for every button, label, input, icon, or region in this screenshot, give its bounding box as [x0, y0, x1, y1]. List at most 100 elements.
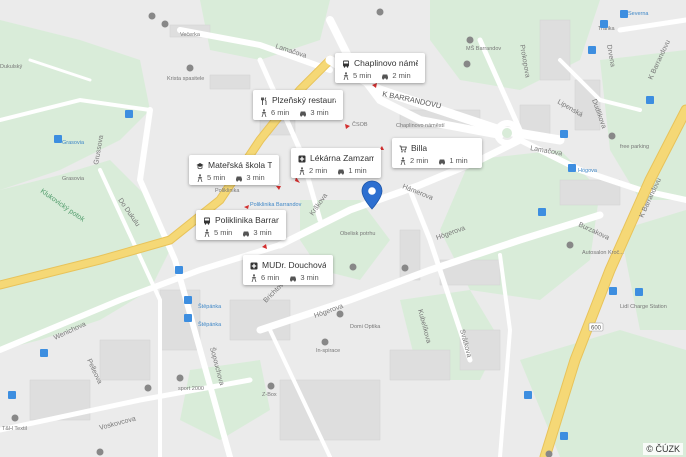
poi-card-plzensky[interactable]: Plzeňský restaura... 6 min 3 min: [253, 90, 343, 120]
bus-stop-icon: [54, 135, 62, 143]
poi-name: Mateřská škola T...: [208, 160, 272, 170]
walk-icon: [197, 174, 203, 182]
poi-name: MUDr. Douchová ...: [262, 260, 326, 270]
bus-stop-icon: [600, 20, 608, 28]
road-number-shield: 600: [588, 322, 604, 332]
place-label: Večerka: [180, 32, 201, 38]
parking-icon: [40, 349, 48, 357]
walk-icon: [261, 109, 267, 117]
walk-time: 5 min: [214, 228, 233, 237]
place-label: Severna: [628, 11, 649, 17]
poi-card-materska[interactable]: Mateřská škola T... 5 min 3 min: [189, 155, 279, 185]
poi-icon: [161, 20, 169, 28]
bus-stop-icon: [184, 296, 192, 304]
place-label: Grasovia: [62, 140, 85, 146]
poi-icon: [401, 264, 409, 272]
place-label: Dukulský: [0, 64, 23, 70]
walk-time: 2 min: [410, 156, 429, 165]
drive-time: 1 min: [449, 156, 468, 165]
poi-icon: [176, 374, 184, 382]
place-label: sport 2000: [178, 386, 204, 392]
roundabout-center: [502, 128, 512, 138]
drive-time: 3 min: [246, 173, 265, 182]
walk-time: 6 min: [261, 273, 280, 282]
place-label: Chaplinovo náměstí: [396, 123, 445, 129]
walk-time: 6 min: [271, 108, 290, 117]
parking-icon: [125, 110, 133, 118]
poi-icon: [11, 414, 19, 422]
poi-icon: [608, 132, 616, 140]
car-icon: [300, 111, 307, 117]
walk-time: 2 min: [309, 166, 328, 175]
cross-icon: [250, 262, 258, 269]
walk-icon: [400, 157, 406, 165]
poi-name: Billa: [411, 143, 428, 153]
place-label: ČSOB: [352, 121, 368, 128]
bus-icon: [204, 217, 210, 225]
poi-card-mudr[interactable]: MUDr. Douchová ... 6 min 3 min: [243, 255, 333, 285]
poi-icon: [186, 64, 194, 72]
walk-icon: [204, 229, 210, 237]
bus-stop-icon: [184, 314, 192, 322]
poi-icon: [267, 382, 275, 390]
parking-icon: [524, 391, 532, 399]
poi-card-poliklinika[interactable]: Poliklinika Barran... 5 min 3 min: [196, 210, 286, 240]
poi-icon: [566, 241, 574, 249]
drive-time: 3 min: [253, 228, 272, 237]
walk-time: 5 min: [207, 173, 226, 182]
poi-name: Poliklinika Barran...: [215, 215, 279, 225]
cross-icon: [298, 155, 306, 162]
poi-icon: [321, 338, 329, 346]
poi-icon: [466, 36, 474, 44]
parking-icon: [646, 96, 654, 104]
poi-card-lekarna[interactable]: Lékárna Zamzam 2 min 1 min: [291, 148, 381, 178]
place-label: Poliklinika: [215, 188, 240, 194]
car-icon: [338, 169, 345, 175]
walk-time: 5 min: [353, 71, 372, 80]
walk-icon: [299, 167, 305, 175]
poi-icon: [349, 263, 357, 271]
parking-icon: [635, 288, 643, 296]
school-icon: [196, 162, 204, 169]
parking-icon: [560, 130, 568, 138]
poi-name: Plzeňský restaura...: [272, 95, 336, 105]
poi-name: Chaplinovo námě...: [354, 58, 418, 68]
poi-icon: [96, 448, 104, 456]
place-label: Poliklinika Barrandov: [250, 202, 302, 208]
charging-icon: [609, 287, 617, 295]
poi-icon: [336, 310, 344, 318]
poi-icon: [144, 384, 152, 392]
car-icon: [382, 74, 389, 80]
parking-icon: [588, 46, 596, 54]
car-icon: [439, 159, 446, 165]
poi-card-chaplinovo[interactable]: Chaplinovo námě... 5 min 2 min: [335, 53, 425, 83]
place-label: In-spirace: [316, 348, 340, 354]
svg-text:600: 600: [591, 326, 602, 332]
drive-time: 2 min: [392, 71, 411, 80]
poi-name: Lékárna Zamzam: [310, 153, 374, 163]
walk-icon: [251, 274, 257, 282]
parking-icon: [538, 208, 546, 216]
drive-time: 3 min: [300, 273, 319, 282]
car-icon: [236, 176, 243, 182]
place-label: Štěpánka: [198, 303, 222, 310]
map-attribution[interactable]: © ČÚZK: [643, 443, 683, 455]
place-label: free parking: [620, 144, 649, 150]
location-pin-icon[interactable]: [361, 180, 383, 210]
place-label: Autosalon Kroč...: [582, 250, 624, 256]
poi-icon: [376, 8, 384, 16]
bus-stop-icon: [568, 164, 576, 172]
place-label: Štěpánka: [198, 321, 222, 328]
poi-icon: [148, 12, 156, 20]
poi-card-billa[interactable]: Billa 2 min 1 min: [392, 138, 482, 168]
place-label: Krista spasitele: [167, 76, 204, 82]
parking-icon: [175, 266, 183, 274]
walk-icon: [343, 72, 349, 80]
drive-time: 3 min: [310, 108, 329, 117]
place-label: Domi Optika: [350, 324, 381, 330]
parking-icon: [560, 432, 568, 440]
car-icon: [290, 276, 297, 282]
place-label: Högova: [578, 168, 598, 174]
restaurant-icon: [261, 96, 267, 105]
drive-time: 1 min: [348, 166, 367, 175]
